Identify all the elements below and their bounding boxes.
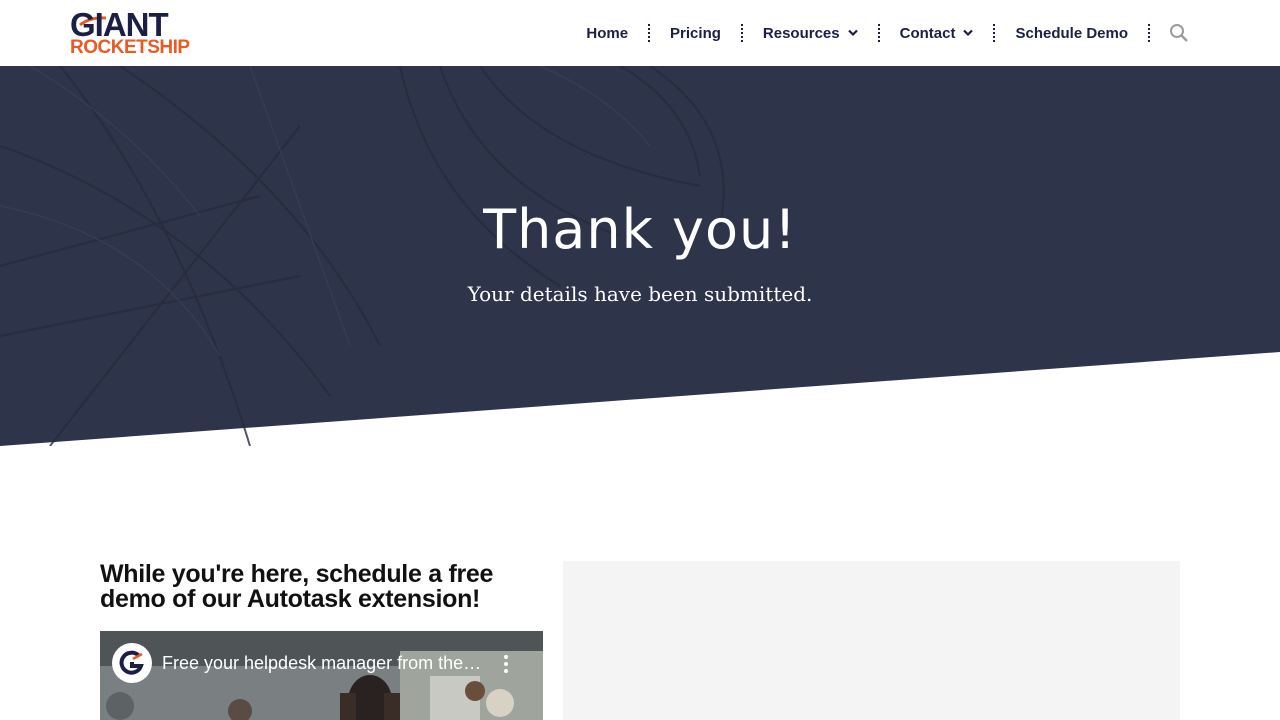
more-vertical-icon[interactable] — [498, 653, 514, 675]
nav-item-schedule-demo[interactable]: Schedule Demo — [995, 0, 1148, 66]
chevron-down-icon — [847, 29, 858, 37]
nav-item-home[interactable]: Home — [566, 0, 648, 66]
nav-label: Home — [586, 24, 629, 42]
giant-rocketship-logo[interactable]: GIANT ROCKETSHIP — [70, 8, 196, 58]
search-button[interactable] — [1168, 22, 1190, 44]
page-title: Thank you! — [483, 198, 797, 261]
channel-avatar[interactable] — [112, 643, 152, 683]
video-embed[interactable]: Free your helpdesk manager from the ... — [100, 631, 543, 720]
main-nav: Home Pricing Resources Contact Schedule … — [566, 0, 1190, 66]
logo-text-bottom: ROCKETSHIP — [70, 37, 190, 58]
nav-label: Resources — [762, 24, 840, 42]
nav-divider — [1148, 24, 1150, 42]
nav-item-pricing[interactable]: Pricing — [650, 0, 741, 66]
chevron-down-icon — [963, 29, 974, 37]
video-thumbnail — [100, 631, 543, 720]
nav-label: Contact — [899, 24, 956, 42]
nav-label: Schedule Demo — [1015, 24, 1128, 42]
site-header: GIANT ROCKETSHIP Home Pricing Resources … — [0, 0, 1280, 66]
search-icon — [1170, 24, 1188, 42]
video-title[interactable]: Free your helpdesk manager from the ... — [162, 653, 482, 674]
menu-dot — [504, 655, 508, 659]
nav-item-contact[interactable]: Contact — [880, 0, 994, 66]
schedule-demo-form-panel — [563, 561, 1180, 720]
nav-label: Pricing — [670, 24, 721, 42]
demo-promo-heading: While you're here, schedule a free demo … — [100, 560, 494, 613]
nav-item-resources[interactable]: Resources — [743, 0, 878, 66]
menu-dot — [504, 669, 508, 673]
giant-rocketship-channel-icon — [119, 650, 144, 675]
page-subtitle: Your details have been submitted. — [467, 282, 813, 306]
menu-dot — [504, 662, 508, 666]
hero-banner: Thank you! Your details have been submit… — [0, 66, 1280, 446]
